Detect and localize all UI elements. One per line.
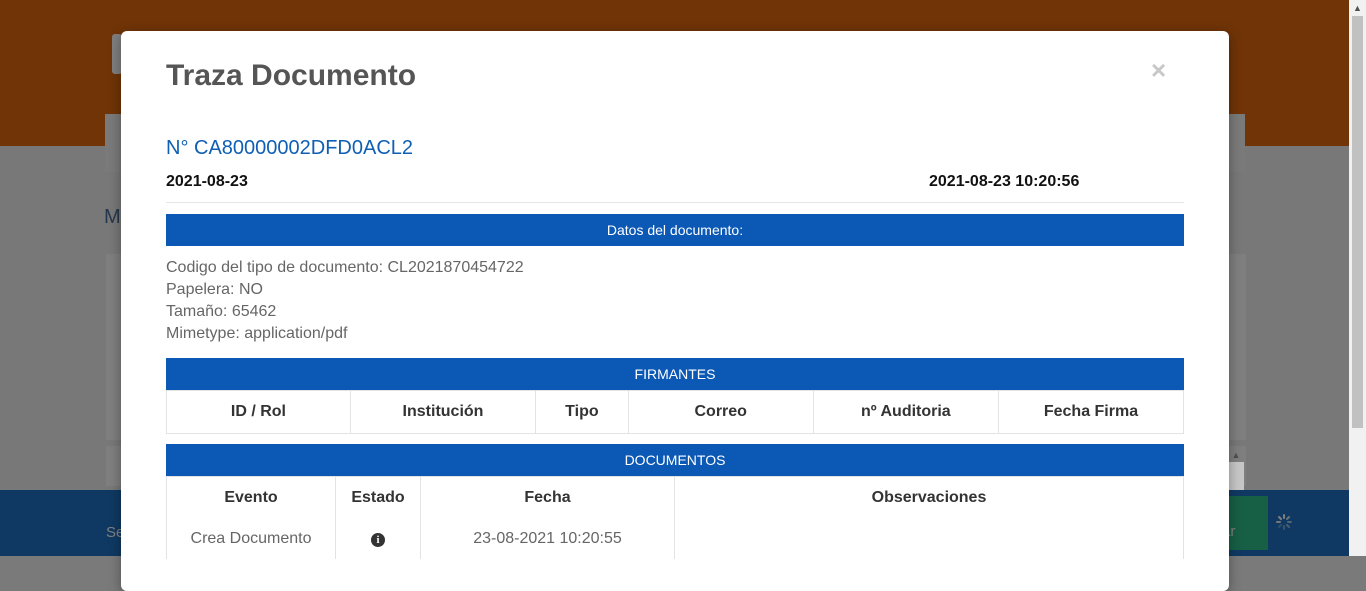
scroll-up-arrow[interactable]: ▲: [1349, 0, 1366, 16]
column-fecha-firma: Fecha Firma: [997, 390, 1185, 434]
column-id-rol: ID / Rol: [166, 390, 351, 434]
column-observaciones: Observaciones: [674, 476, 1184, 519]
traza-documento-modal: Traza Documento × N° CA80000002DFD0ACL2 …: [121, 31, 1229, 591]
modal-title: Traza Documento: [166, 59, 417, 92]
table-header-row: ID / Rol Institución Tipo Correo nº Audi…: [166, 390, 1185, 434]
documentos-section-header: DOCUMENTOS: [166, 444, 1184, 476]
document-details: Codigo del tipo de documento: CL20218704…: [166, 257, 524, 345]
document-datetime: 2021-08-23 10:20:56: [929, 173, 1080, 190]
page-scrollbar-thumb[interactable]: [1352, 16, 1363, 428]
inner-scrollbar-thumb[interactable]: [1228, 462, 1244, 490]
inner-scroll-up-arrow[interactable]: ▲: [1228, 448, 1244, 462]
firmantes-section-header: FIRMANTES: [166, 358, 1184, 390]
firmantes-table: ID / Rol Institución Tipo Correo nº Audi…: [166, 390, 1185, 434]
close-icon[interactable]: ×: [1151, 55, 1166, 86]
divider: [166, 202, 1184, 203]
detail-tipo-documento: Codigo del tipo de documento: CL20218704…: [166, 259, 524, 276]
datos-section-header: Datos del documento:: [166, 214, 1184, 246]
cell-fecha: 23-08-2021 10:20:55: [420, 519, 675, 559]
info-circle-icon[interactable]: i: [371, 533, 385, 547]
table-row: Crea Documento i 23-08-2021 10:20:55: [166, 519, 1184, 559]
documentos-table: Evento Estado Fecha Observaciones Crea D…: [166, 476, 1184, 559]
column-institucion: Institución: [349, 390, 537, 434]
cell-observaciones: [674, 519, 1184, 559]
cell-estado: i: [335, 519, 421, 559]
column-fecha: Fecha: [420, 476, 675, 519]
detail-papelera: Papelera: NO: [166, 281, 263, 298]
column-evento: Evento: [166, 476, 336, 519]
column-estado: Estado: [335, 476, 421, 519]
column-correo: Correo: [627, 390, 814, 434]
column-auditoria: nº Auditoria: [812, 390, 999, 434]
column-tipo: Tipo: [535, 390, 629, 434]
document-number: N° CA80000002DFD0ACL2: [166, 137, 414, 159]
cell-evento: Crea Documento: [166, 519, 336, 559]
detail-tamano: Tamaño: 65462: [166, 303, 277, 320]
detail-mimetype: Mimetype: application/pdf: [166, 325, 348, 342]
document-date: 2021-08-23: [166, 173, 248, 190]
table-header-row: Evento Estado Fecha Observaciones: [166, 476, 1184, 519]
